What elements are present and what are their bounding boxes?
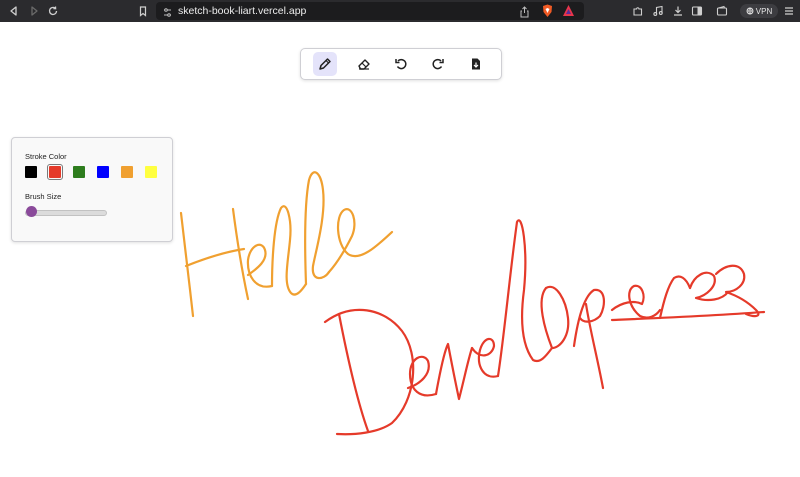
stroke-D-stem — [337, 312, 370, 433]
site-settings-icon[interactable] — [162, 5, 173, 23]
stroke-color-label: Stroke Color — [25, 152, 67, 161]
color-swatch-green[interactable] — [73, 166, 85, 178]
color-swatch-red[interactable] — [46, 163, 64, 181]
address-bar[interactable]: sketch-book-liart.vercel.app — [156, 2, 584, 20]
stroke-p — [572, 288, 606, 390]
color-swatch-yellow[interactable] — [145, 166, 157, 178]
developers-stroke — [323, 219, 766, 436]
browser-toolbar: sketch-book-liart.vercel.app VPN — [0, 0, 800, 22]
brave-rewards-icon[interactable] — [562, 4, 575, 22]
stroke-o — [327, 208, 394, 274]
stroke-l1 — [270, 205, 308, 296]
color-swatch-black[interactable] — [25, 166, 37, 178]
extensions-icon[interactable] — [630, 3, 646, 19]
brush-size-slider-thumb[interactable] — [25, 206, 37, 217]
download-icon[interactable] — [670, 3, 686, 19]
undo-icon — [395, 58, 407, 70]
share-icon[interactable] — [519, 5, 530, 23]
brush-size-slider[interactable] — [25, 210, 107, 216]
stroke-v — [434, 342, 474, 401]
wallet-icon[interactable] — [714, 3, 730, 19]
color-swatch-orange[interactable] — [121, 166, 133, 178]
drawing-canvas[interactable] — [0, 22, 800, 477]
redo-button[interactable] — [426, 52, 450, 76]
stroke-l — [496, 219, 554, 378]
stroke-l2 — [304, 171, 331, 286]
color-swatch-blue[interactable] — [97, 166, 109, 178]
download-button[interactable] — [464, 52, 488, 76]
hello-stroke — [179, 171, 394, 318]
redo-icon — [432, 58, 444, 70]
stroke-s — [688, 264, 760, 318]
settings-panel: Stroke Color Brush Size — [11, 137, 173, 242]
file-download-icon — [472, 58, 480, 70]
back-icon[interactable] — [6, 3, 22, 19]
brush-size-label: Brush Size — [25, 192, 62, 201]
brave-shield-icon[interactable] — [541, 4, 554, 23]
media-icon[interactable] — [650, 3, 666, 19]
sidebar-icon[interactable] — [689, 3, 705, 19]
menu-icon[interactable] — [781, 3, 797, 19]
pencil-tool-button[interactable] — [313, 52, 337, 76]
stroke-r — [658, 275, 692, 320]
globe-icon — [746, 7, 754, 15]
stroke-H-right — [231, 207, 250, 301]
stroke-e3 — [610, 284, 662, 319]
bookmark-icon[interactable] — [135, 3, 151, 19]
stroke-e2 — [470, 337, 500, 378]
stroke-underline — [610, 310, 766, 322]
eraser-icon — [358, 59, 370, 70]
forward-icon[interactable] — [26, 3, 42, 19]
eraser-tool-button[interactable] — [352, 52, 376, 76]
tool-bar — [300, 48, 502, 80]
pencil-icon — [319, 58, 331, 70]
stroke-o — [540, 285, 570, 350]
url-text: sketch-book-liart.vercel.app — [178, 5, 307, 17]
vpn-label: VPN — [755, 6, 773, 16]
stroke-D-bowl — [323, 308, 415, 436]
stroke-H-cross — [184, 247, 246, 268]
undo-button[interactable] — [389, 52, 413, 76]
stroke-e — [246, 243, 274, 288]
reload-icon[interactable] — [45, 3, 61, 19]
vpn-button[interactable]: VPN — [740, 4, 778, 18]
